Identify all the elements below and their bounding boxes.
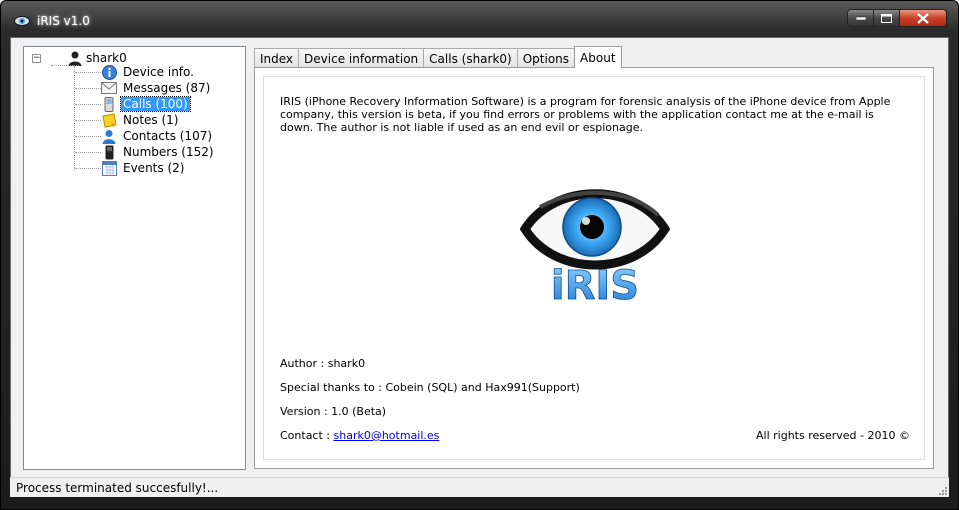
about-tab-page: IRIS (iPhone Recovery Information Softwa… [254,67,934,469]
envelope-icon [101,82,117,94]
contact-icon [102,129,116,144]
tree-item-label: Device info. [123,65,194,79]
cellphone-icon [105,145,113,159]
tab-index[interactable]: Index [254,48,300,68]
contact-line: Contact : shark0@hotmail.es [280,429,439,442]
resize-grip-icon[interactable] [937,485,947,495]
tab-calls[interactable]: Calls (shark0) [423,48,518,68]
client-area: − shark0 Device info. Messages (87) Call… [10,37,949,497]
iris-logo: iRIS [520,189,670,307]
version-line: Version : 1.0 (Beta) [280,405,387,418]
about-description: IRIS (iPhone Recovery Information Softwa… [280,95,891,134]
collapse-icon[interactable]: − [32,53,41,63]
calendar-icon [101,160,117,176]
title-bar[interactable]: iRIS v1.0 [1,1,959,37]
tree-item-device-info[interactable]: Device info. [75,64,196,80]
tree-item-label: Events (2) [123,161,185,175]
contact-label: Contact : [280,429,334,442]
tab-strip: Index Device information Calls (shark0) … [254,46,622,68]
status-text: Process terminated succesfully!... [16,481,219,495]
minimize-button[interactable] [847,9,874,27]
minimize-icon [855,16,866,20]
tree-item-numbers[interactable]: Numbers (152) [75,144,216,160]
close-button[interactable] [900,9,947,27]
tree-item-label: Numbers (152) [123,145,214,159]
rights-notice: All rights reserved - 2010 © [756,429,910,442]
tab-options[interactable]: Options [516,48,576,68]
tree-item-calls[interactable]: Calls (100) [75,96,191,112]
maximize-button[interactable] [874,9,900,27]
tree-root-label: shark0 [86,51,127,65]
phone-icon [104,96,114,112]
tree-item-label: Messages (87) [123,81,211,95]
tab-device-information[interactable]: Device information [298,48,425,68]
window-title: iRIS v1.0 [37,14,90,28]
author-line: Author : shark0 [280,357,366,370]
note-icon [101,112,117,128]
tree-item-label: Notes (1) [123,113,179,127]
tree-item-notes[interactable]: Notes (1) [75,112,180,128]
close-icon [917,12,929,24]
status-bar: Process terminated succesfully!... [10,477,949,497]
tree-view[interactable]: − shark0 Device info. Messages (87) Call… [23,46,246,470]
thanks-line: Special thanks to : Cobein (SQL) and Hax… [280,381,580,394]
about-panel: IRIS (iPhone Recovery Information Softwa… [263,76,925,460]
tree-item-label: Contacts (107) [123,129,213,143]
tree-item-messages[interactable]: Messages (87) [75,80,212,96]
tree-item-contacts[interactable]: Contacts (107) [75,128,214,144]
eye-icon [14,16,30,26]
contact-email-link[interactable]: shark0@hotmail.es [334,429,440,442]
info-icon [101,64,117,80]
maximize-icon [881,13,892,23]
tree-item-label: Calls (100) [120,96,191,112]
tree-item-events[interactable]: Events (2) [75,160,186,176]
tab-about[interactable]: About [574,46,622,68]
logo-text: iRIS [551,263,639,307]
